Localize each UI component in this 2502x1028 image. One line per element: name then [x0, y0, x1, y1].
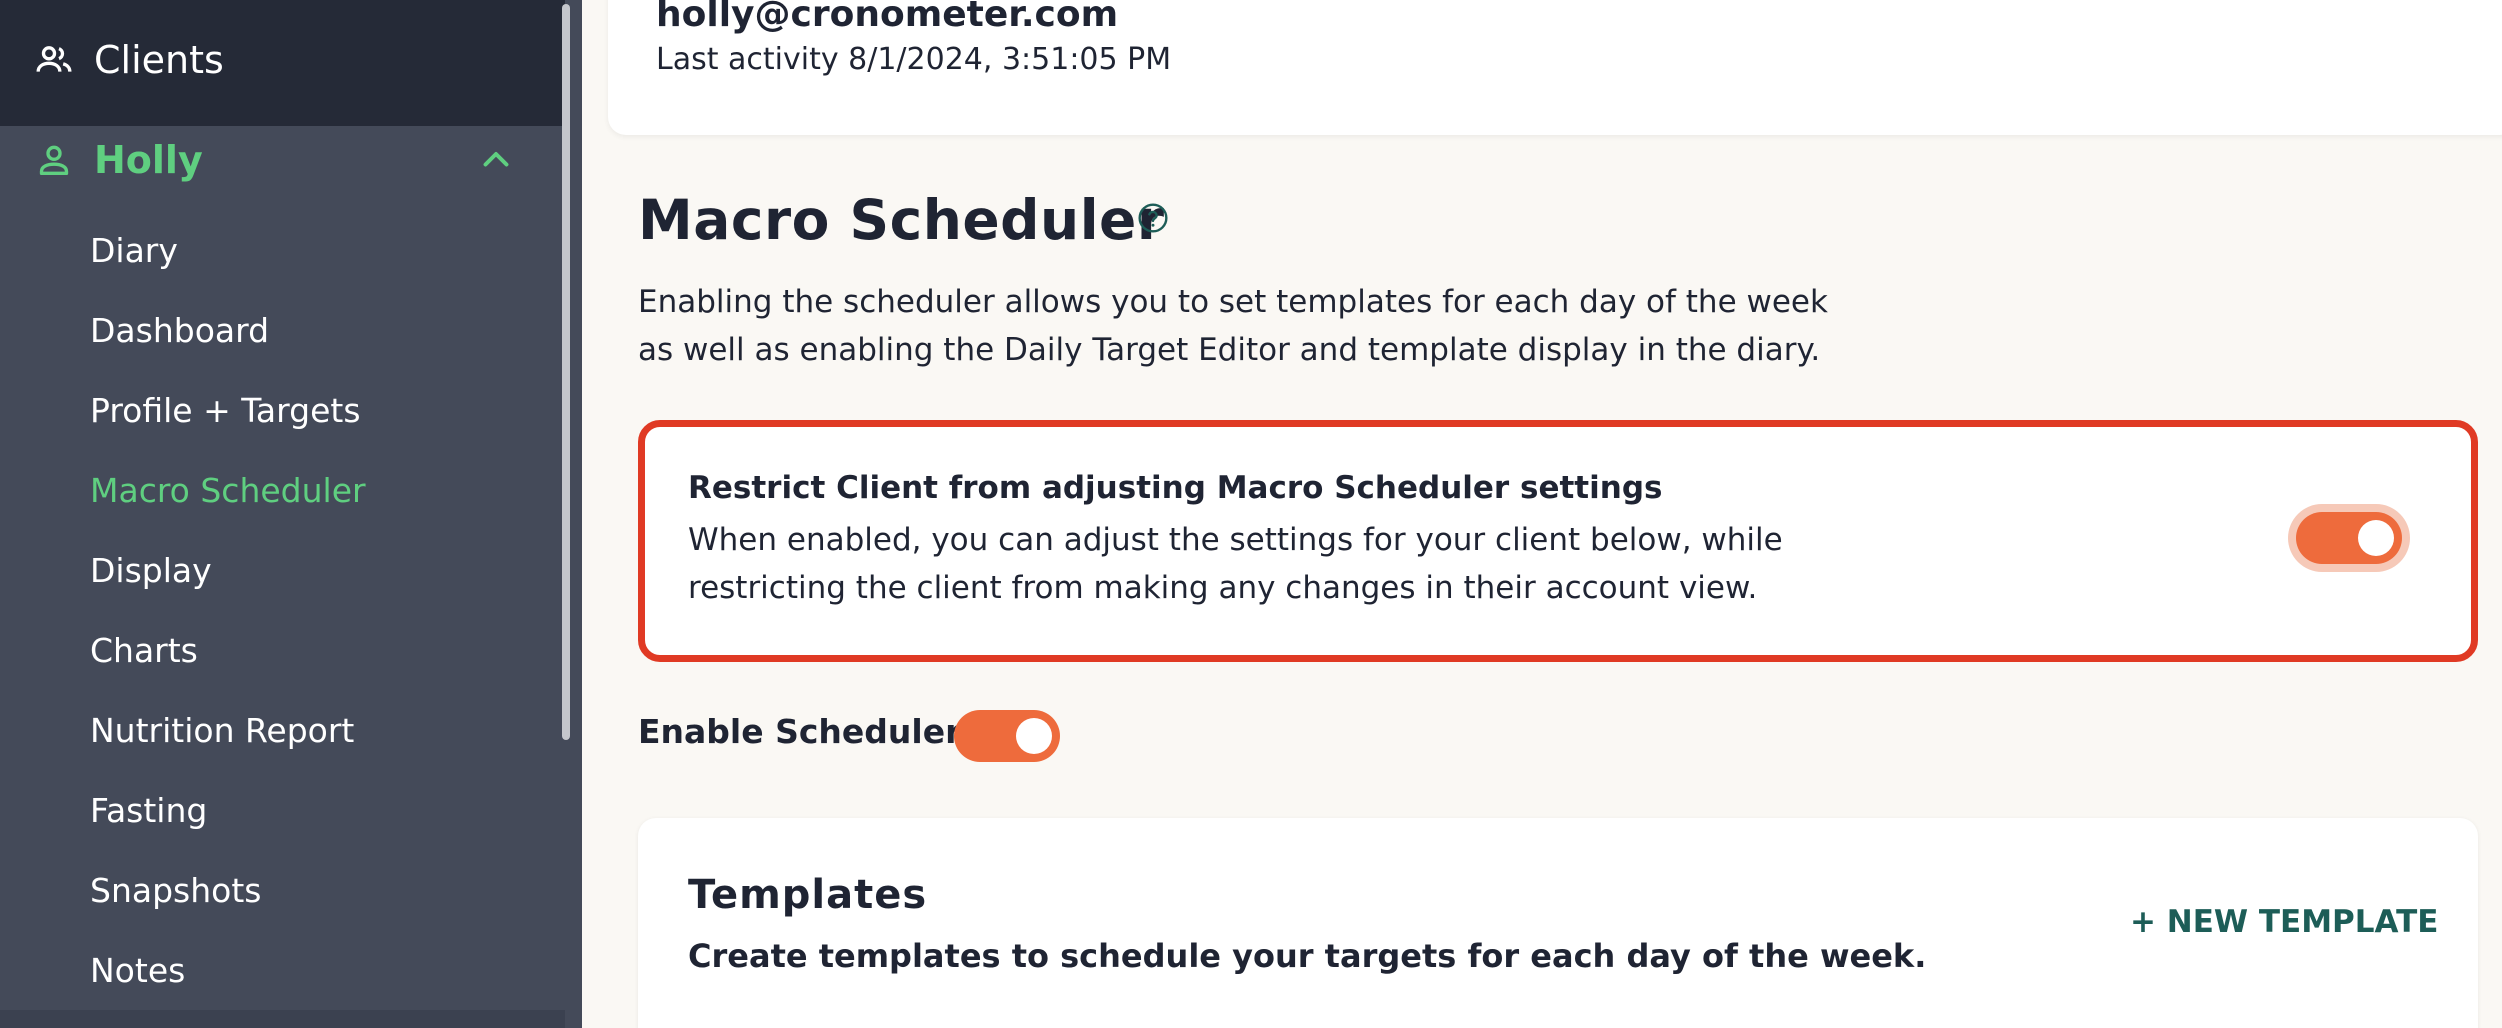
toggle-knob [1016, 718, 1052, 754]
people-icon [36, 46, 72, 72]
clients-nav-item[interactable]: Clients [34, 30, 224, 90]
toggle-knob [2358, 520, 2394, 556]
client-nav-item[interactable]: Holly [34, 130, 514, 190]
restrict-client-toggle[interactable] [2296, 512, 2402, 564]
enable-scheduler-toggle[interactable] [954, 710, 1060, 762]
scheduler-description: Enabling the scheduler allows you to set… [638, 284, 1828, 368]
sidebar-item-snapshots[interactable]: Snapshots [90, 866, 261, 916]
restrict-title: Restrict Client from adjusting Macro Sch… [688, 470, 1663, 506]
sidebar-scrollbar[interactable] [562, 4, 570, 740]
question-circle-icon[interactable] [1137, 202, 1169, 234]
sidebar-item-dashboard[interactable]: Dashboard [90, 306, 269, 356]
page-title: Macro Scheduler [638, 188, 1165, 252]
client-last-activity: Last activity 8/1/2024, 3:51:05 PM [656, 42, 1172, 77]
sidebar-item-charts[interactable]: Charts [90, 626, 198, 676]
restrict-description: When enabled, you can adjust the setting… [688, 522, 1783, 606]
sidebar-item-diary[interactable]: Diary [90, 226, 178, 276]
templates-title: Templates [688, 872, 928, 918]
sidebar-item-macro-scheduler[interactable]: Macro Scheduler [90, 466, 366, 516]
sidebar-item-fasting[interactable]: Fasting [90, 786, 207, 836]
templates-description: Create templates to schedule your target… [688, 937, 1927, 975]
sidebar-item-display[interactable]: Display [90, 546, 212, 596]
enable-scheduler-label: Enable Scheduler [638, 712, 962, 751]
sidebar-item-profile-targets[interactable]: Profile + Targets [90, 386, 361, 436]
person-icon [39, 145, 69, 175]
client-name: Holly [94, 138, 203, 182]
client-email: holly@cronometer.com [656, 0, 1119, 35]
sidebar-item-nutrition-report[interactable]: Nutrition Report [90, 706, 354, 756]
sidebar-footer-strip [0, 1010, 565, 1028]
new-template-button[interactable]: + NEW TEMPLATE [2130, 904, 2438, 940]
chevron-up-icon[interactable] [478, 142, 514, 178]
clients-label: Clients [94, 38, 224, 82]
sidebar-item-notes[interactable]: Notes [90, 946, 185, 996]
sidebar: Clients Holly Diary Dashboard Profile + … [0, 0, 582, 1028]
